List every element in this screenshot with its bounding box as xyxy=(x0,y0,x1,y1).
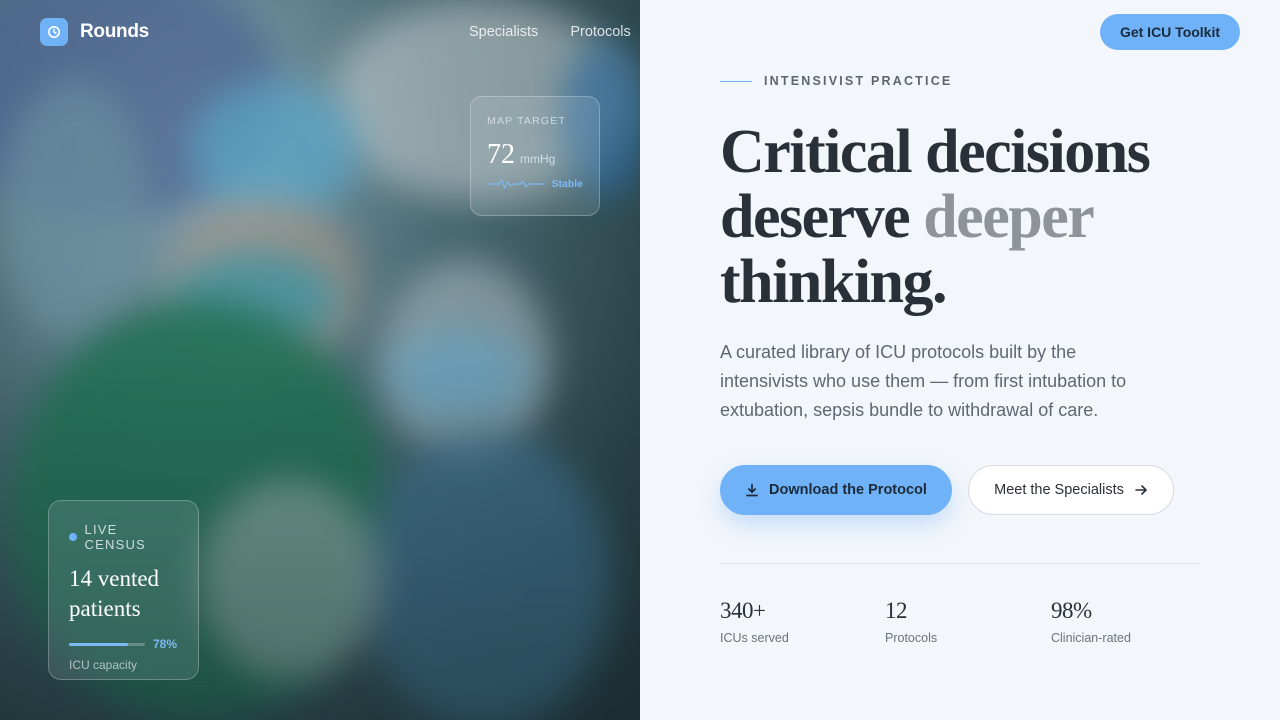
eyebrow-rule xyxy=(720,80,752,82)
hero-lede: A curated library of ICU protocols built… xyxy=(720,342,1127,420)
waveform-icon xyxy=(487,178,546,190)
nav-link-specialists[interactable]: Specialists xyxy=(469,24,538,40)
live-dot-icon xyxy=(69,533,77,541)
brand-logo[interactable]: Rounds xyxy=(40,18,149,46)
hero-headline: Critical decisions deserve deeper thinki… xyxy=(720,120,1240,315)
stat-icus: 340+ ICUs served xyxy=(720,598,789,645)
download-icon xyxy=(746,483,758,497)
headline-part-1: Critical decisions xyxy=(720,118,1151,186)
meet-specialists-button[interactable]: Meet the Specialists xyxy=(968,465,1174,515)
stat-label: ICUs served xyxy=(720,631,789,645)
census-line-2: patients xyxy=(69,596,141,621)
clock-icon xyxy=(40,18,68,46)
map-value: 72 xyxy=(487,139,515,170)
stat-value: 12 xyxy=(885,598,908,623)
capacity-percent: 78% xyxy=(153,637,178,651)
brand-name: Rounds xyxy=(80,21,149,42)
stat-label: Protocols xyxy=(885,631,938,645)
map-unit: mmHg xyxy=(520,152,556,166)
stat-value: 98% xyxy=(1051,598,1092,623)
download-protocol-button[interactable]: Download the Protocol xyxy=(720,465,952,515)
eyebrow: INTENSIVIST PRACTICE xyxy=(720,74,952,88)
headline-accent: deeper xyxy=(923,183,1095,251)
map-card-label: MAP TARGET xyxy=(487,115,567,127)
stat-label: Clinician-rated xyxy=(1051,631,1131,645)
census-label: LIVE CENSUS xyxy=(84,522,146,552)
arrow-right-icon xyxy=(1135,485,1147,495)
headline-part-3: thinking. xyxy=(720,248,948,316)
stat-rating: 98% Clinician-rated xyxy=(1051,598,1131,645)
capacity-caption: ICU capacity xyxy=(69,658,138,672)
live-census-card: LIVE CENSUS 14 vented patients 78% ICU c… xyxy=(48,500,199,680)
eyebrow-text: INTENSIVIST PRACTICE xyxy=(764,74,953,88)
nav-link-protocols[interactable]: Protocols xyxy=(570,24,630,40)
stats-divider xyxy=(720,563,1200,564)
stat-protocols: 12 Protocols xyxy=(885,598,937,645)
download-protocol-label: Download the Protocol xyxy=(769,482,927,498)
map-status: Stable xyxy=(551,178,583,190)
map-target-card: MAP TARGET 72 mmHg Stable xyxy=(470,96,600,216)
capacity-bar-fill xyxy=(69,642,129,646)
headline-part-2: deserve xyxy=(720,183,911,251)
top-nav: Specialists Protocols xyxy=(469,24,631,40)
meet-specialists-label: Meet the Specialists xyxy=(994,482,1124,498)
census-line-1: 14 vented xyxy=(69,566,160,591)
capacity-bar xyxy=(69,642,145,646)
stat-value: 340+ xyxy=(720,598,766,623)
get-toolkit-button[interactable]: Get ICU Toolkit xyxy=(1100,14,1240,50)
